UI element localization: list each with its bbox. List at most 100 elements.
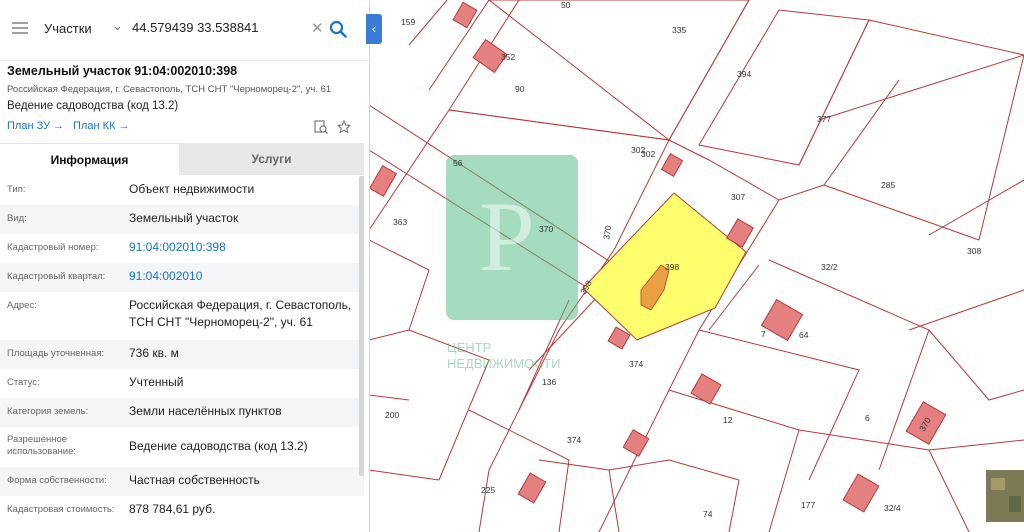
- parcel-number-label: 374: [567, 435, 581, 445]
- parcel-number-label: 225: [481, 485, 495, 495]
- info-row: Категория земель: Земли населённых пункт…: [0, 398, 364, 427]
- plan-zu-link[interactable]: План ЗУ →: [7, 120, 64, 132]
- info-row: Тип: Объект недвижимости: [0, 176, 364, 205]
- parcel-number-label: 32/4: [884, 503, 901, 513]
- parcel-boundary: [728, 479, 740, 532]
- info-value: Земельный участок: [129, 211, 239, 225]
- parcel-boundary: [608, 459, 740, 481]
- parcel-boundary: [488, 0, 750, 141]
- parcel-number-label: 64: [799, 330, 809, 340]
- info-label: Площадь уточненная:: [7, 348, 105, 359]
- chevron-down-icon[interactable]: ⌄: [112, 18, 123, 34]
- info-value: Учтенный: [129, 375, 184, 389]
- parcel-number-label: 307: [731, 192, 745, 202]
- info-label: Форма собственности:: [7, 475, 107, 486]
- parcel-boundary: [369, 469, 440, 481]
- parcel-boundary: [928, 329, 1024, 401]
- parcel-boundary: [369, 394, 410, 401]
- parcel-boundary: [798, 19, 1024, 241]
- building: [690, 373, 722, 405]
- parcel-boundary: [818, 54, 1024, 121]
- parcel-number-label: 6: [865, 413, 870, 423]
- search-bar: Участки ⌄ ✕: [0, 0, 369, 61]
- parcel-boundary: [768, 259, 930, 471]
- parcel-boundary: [928, 179, 1024, 236]
- info-label: Кадастровый квартал:: [7, 271, 106, 282]
- parcel-number-label: 56: [453, 158, 463, 168]
- info-label: Статус:: [7, 377, 40, 388]
- parcel-number-label: 7: [761, 329, 766, 339]
- building: [622, 429, 650, 457]
- info-row: Кадастровая стоимость: 878 784,61 руб.: [0, 496, 364, 525]
- watermark-text-1: ЦЕНТР: [447, 340, 491, 355]
- building: [660, 153, 684, 177]
- parcel-number-label: 394: [737, 69, 751, 79]
- tabs: Информация Услуги: [0, 143, 364, 176]
- search-category[interactable]: Участки: [44, 21, 92, 36]
- info-row: Адрес: Российская Федерация, г. Севастоп…: [0, 292, 364, 340]
- parcel-boundary: [369, 199, 390, 231]
- cadastral-number-link[interactable]: 91:04:002010:398: [129, 239, 369, 256]
- info-label: Вид:: [7, 213, 27, 224]
- info-row: Форма собственности: Частная собственнос…: [0, 467, 364, 496]
- tab-info[interactable]: Информация: [0, 143, 179, 176]
- info-value: Ведение садоводства (код 13.2): [129, 439, 308, 453]
- parcel-number-label: 159: [401, 17, 415, 27]
- zoom-to-icon[interactable]: [314, 120, 328, 134]
- watermark-text-2: НЕДВИЖИМОСТИ: [447, 356, 560, 371]
- parcel-number-label: 177: [801, 500, 815, 510]
- info-panel: Участки ⌄ ✕ Земельный участок 91:04:0020…: [0, 0, 370, 532]
- parcel-boundary: [928, 439, 1024, 451]
- building: [369, 165, 398, 197]
- parcel-boundary: [468, 409, 570, 532]
- menu-icon[interactable]: [12, 22, 28, 34]
- info-value: 878 784,61 руб.: [129, 502, 216, 516]
- star-icon[interactable]: [337, 120, 351, 134]
- parcel-number-label: 335: [672, 25, 686, 35]
- map-canvas[interactable]: P ЦЕНТР НЕДВИЖИМОСТИ 159 50 335 352 90 394 377…: [369, 0, 1024, 532]
- parcel-use: Ведение садоводства (код 13.2): [7, 100, 179, 112]
- parcel-number-label: 398: [665, 262, 679, 272]
- search-input[interactable]: [132, 20, 302, 35]
- parcel-number-label: 302: [641, 149, 655, 159]
- parcel-address: Российская Федерация, г. Севастополь, ТС…: [7, 84, 332, 95]
- parcel-number-label: 374: [629, 359, 643, 369]
- info-value: Земли населённых пунктов: [129, 404, 282, 418]
- parcel-boundary: [369, 239, 430, 331]
- info-value: 736 кв. м: [129, 346, 179, 360]
- info-row: Площадь уточненная: 736 кв. м: [0, 340, 364, 369]
- parcel-boundary: [823, 79, 900, 186]
- parcel-boundary: [598, 389, 670, 532]
- info-row: Кадастровый номер: 91:04:002010:398: [0, 234, 364, 263]
- info-label: Тип:: [7, 184, 26, 195]
- watermark-letters: P: [479, 181, 535, 292]
- info-label: Кадастровая стоимость:: [7, 504, 115, 515]
- parcel-number-label: 32/2: [821, 262, 838, 272]
- parcel-boundary: [538, 459, 620, 532]
- info-row: Вид: Земельный участок: [0, 205, 364, 234]
- collapse-panel-button[interactable]: ‹: [366, 14, 382, 44]
- info-value: Объект недвижимости: [129, 182, 255, 196]
- parcel-boundary: [698, 329, 860, 481]
- building: [842, 473, 880, 513]
- search-icon[interactable]: [329, 20, 347, 38]
- info-row: Статус: Учтенный: [0, 369, 364, 398]
- parcel-boundary: [698, 9, 870, 166]
- info-value: Частная собственность: [129, 473, 260, 487]
- clear-icon[interactable]: ✕: [311, 19, 324, 37]
- parcel-boundary: [668, 389, 800, 532]
- info-label: Разрешенное использование:: [7, 434, 77, 457]
- plan-kk-link[interactable]: План КК →: [73, 120, 129, 132]
- cadastral-quarter-link[interactable]: 91:04:002010: [129, 268, 369, 285]
- parcel-boundary: [908, 289, 1024, 331]
- building: [517, 472, 547, 504]
- tab-services[interactable]: Услуги: [179, 143, 364, 175]
- parcel-number-label: 74: [703, 509, 713, 519]
- parcel-number-label: 370: [539, 224, 553, 234]
- info-row: Разрешенное использование: Ведение садов…: [0, 427, 364, 467]
- info-value: Российская Федерация, г. Севастополь, ТС…: [129, 298, 352, 329]
- info-row: Кадастровый квартал: 91:04:002010: [0, 263, 364, 292]
- cadastral-map[interactable]: P ЦЕНТР НЕДВИЖИМОСТИ 159 50 335 352 90 394 377…: [369, 0, 1024, 532]
- scrollbar[interactable]: [359, 176, 364, 476]
- info-label: Категория земель:: [7, 406, 89, 417]
